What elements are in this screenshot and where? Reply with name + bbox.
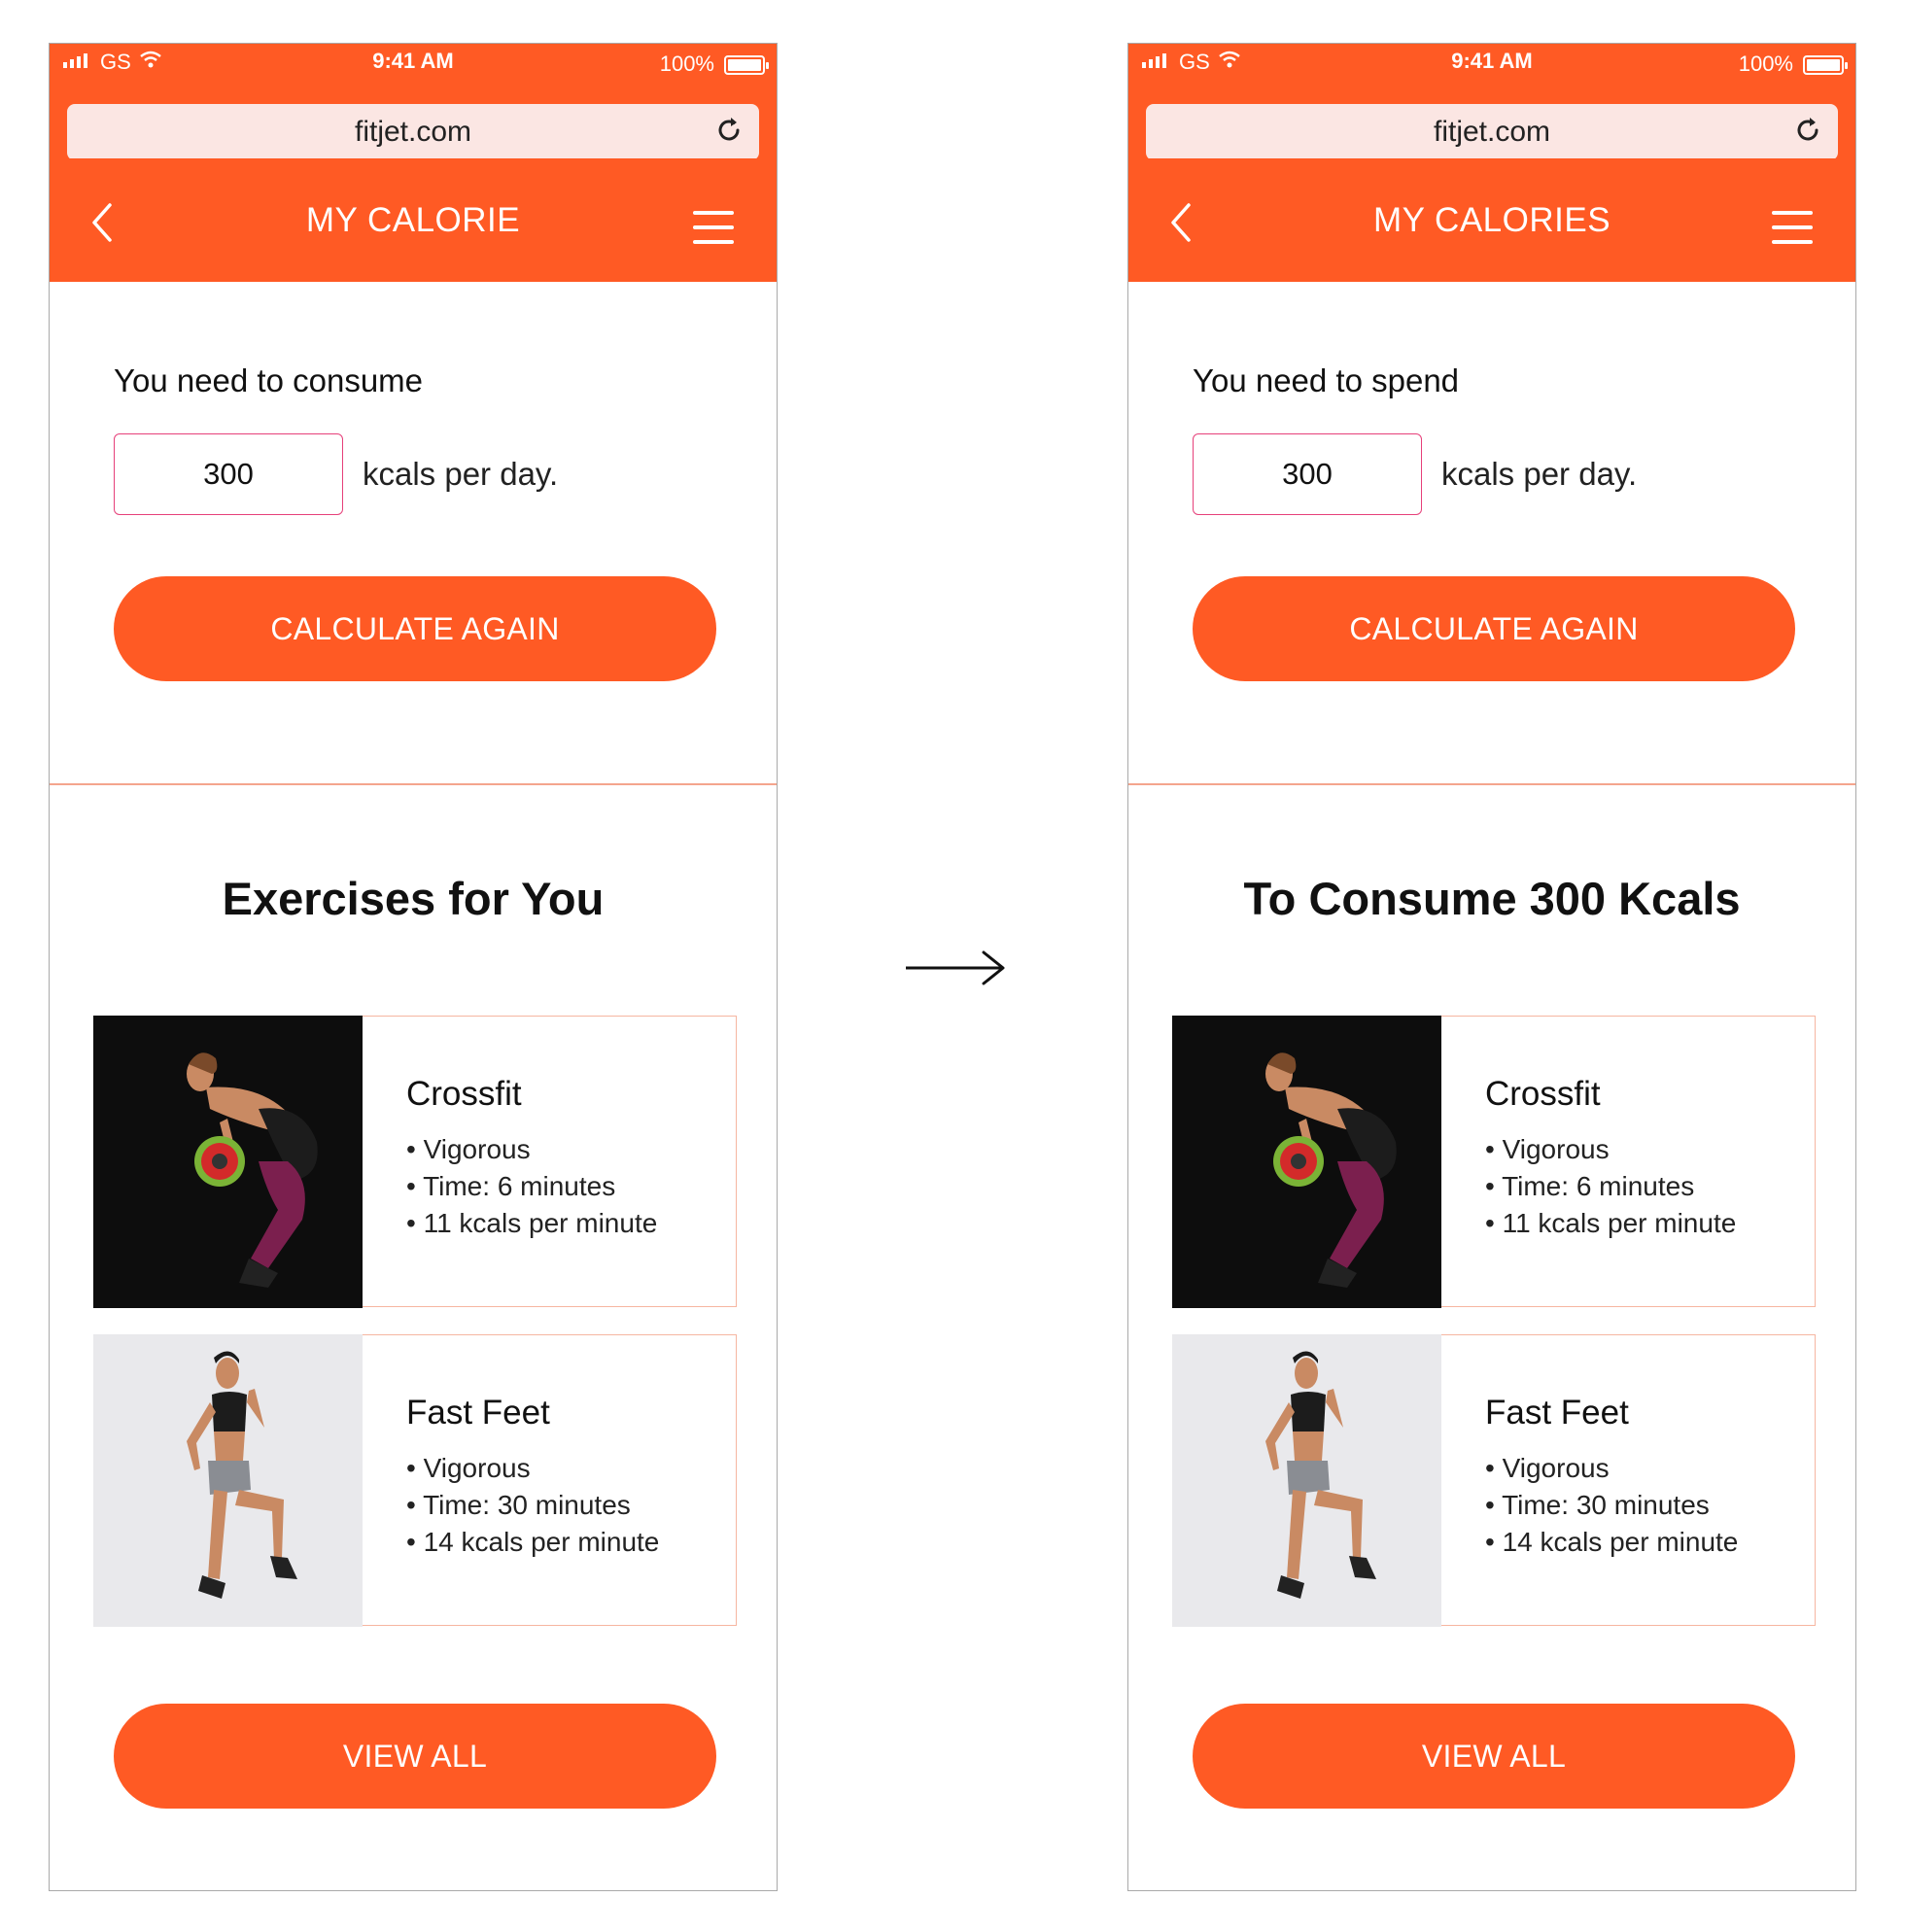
- exercise-name: Fast Feet: [1485, 1394, 1629, 1432]
- app-header: MY CALORIE: [50, 158, 777, 282]
- section-title: Exercises for You: [222, 873, 605, 924]
- exercise-card-fast-feet[interactable]: Fast Feet • Vigorous • Time: 30 minutes …: [92, 1333, 737, 1627]
- exercise-detail: • Time: 6 minutes: [1485, 1171, 1695, 1201]
- hamburger-menu-icon[interactable]: [693, 211, 734, 244]
- reload-icon[interactable]: [712, 114, 745, 147]
- url-text: fitjet.com: [354, 116, 472, 148]
- view-all-button[interactable]: VIEW ALL: [1193, 1704, 1795, 1809]
- status-bar: GS 9:41 AM 100%: [1128, 44, 1855, 83]
- reload-icon[interactable]: [1791, 114, 1824, 147]
- status-bar: GS 9:41 AM 100%: [50, 44, 777, 83]
- exercise-detail: • Time: 30 minutes: [1485, 1490, 1710, 1520]
- exercise-detail: • Time: 30 minutes: [406, 1490, 631, 1520]
- card-info: Fast Feet • Vigorous • Time: 30 minutes …: [406, 1394, 659, 1561]
- section-title: To Consume 300 Kcals: [1243, 873, 1741, 924]
- exercise-card-fast-feet[interactable]: Fast Feet • Vigorous • Time: 30 minutes …: [1171, 1333, 1816, 1627]
- hamburger-menu-icon[interactable]: [1772, 211, 1813, 244]
- exercise-detail: • Vigorous: [406, 1453, 531, 1483]
- page-title: MY CALORIES: [1372, 201, 1611, 239]
- exercise-card-crossfit[interactable]: Crossfit • Vigorous • Time: 6 minutes • …: [92, 1015, 737, 1308]
- card-info: Fast Feet • Vigorous • Time: 30 minutes …: [1485, 1394, 1738, 1561]
- exercise-name: Crossfit: [1485, 1075, 1601, 1113]
- page-title: MY CALORIE: [305, 201, 521, 239]
- section-divider: [50, 783, 777, 785]
- per-day-label: kcals per day.: [1441, 456, 1638, 492]
- calculate-again-button[interactable]: CALCULATE AGAIN: [1193, 576, 1795, 681]
- exercise-detail: • Vigorous: [1485, 1453, 1610, 1483]
- exercise-detail: • Vigorous: [1485, 1134, 1610, 1164]
- phone-screen-before: GS 9:41 AM 100% fitjet.com MY CALORIE Yo…: [49, 43, 778, 1891]
- section-divider: [1128, 783, 1855, 785]
- battery-icon: [1803, 55, 1848, 75]
- battery-percent: 100%: [659, 52, 714, 76]
- kcal-input[interactable]: 300: [114, 433, 343, 515]
- exercise-name: Fast Feet: [406, 1394, 550, 1432]
- url-text: fitjet.com: [1433, 116, 1551, 148]
- view-all-button[interactable]: VIEW ALL: [114, 1704, 716, 1809]
- exercise-detail: • 14 kcals per minute: [406, 1527, 660, 1557]
- calculate-again-button[interactable]: CALCULATE AGAIN: [114, 576, 716, 681]
- fast-feet-photo: [1171, 1333, 1441, 1627]
- crossfit-photo: [1171, 1015, 1441, 1308]
- need-label: You need to spend: [1193, 362, 1460, 398]
- battery-icon: [724, 55, 769, 75]
- exercise-detail: • Vigorous: [406, 1134, 531, 1164]
- exercise-detail: • 11 kcals per minute: [1485, 1208, 1737, 1238]
- url-bar[interactable]: fitjet.com: [67, 104, 759, 160]
- exercise-name: Crossfit: [406, 1075, 522, 1113]
- exercise-detail: • Time: 6 minutes: [406, 1171, 616, 1201]
- card-info: Crossfit • Vigorous • Time: 6 minutes • …: [1485, 1075, 1736, 1242]
- fast-feet-photo: [92, 1333, 363, 1627]
- right-arrow-icon: [906, 950, 1005, 985]
- exercise-card-crossfit[interactable]: Crossfit • Vigorous • Time: 6 minutes • …: [1171, 1015, 1816, 1308]
- url-bar[interactable]: fitjet.com: [1146, 104, 1838, 160]
- card-info: Crossfit • Vigorous • Time: 6 minutes • …: [406, 1075, 657, 1242]
- need-label: You need to consume: [114, 362, 424, 398]
- per-day-label: kcals per day.: [363, 456, 559, 492]
- phone-screen-after: GS 9:41 AM 100% fitjet.com MY CALORIES Y…: [1127, 43, 1856, 1891]
- exercise-detail: • 14 kcals per minute: [1485, 1527, 1739, 1557]
- app-header: MY CALORIES: [1128, 158, 1855, 282]
- exercise-detail: • 11 kcals per minute: [406, 1208, 658, 1238]
- battery-percent: 100%: [1738, 52, 1793, 76]
- kcal-input[interactable]: 300: [1193, 433, 1422, 515]
- crossfit-photo: [92, 1015, 363, 1308]
